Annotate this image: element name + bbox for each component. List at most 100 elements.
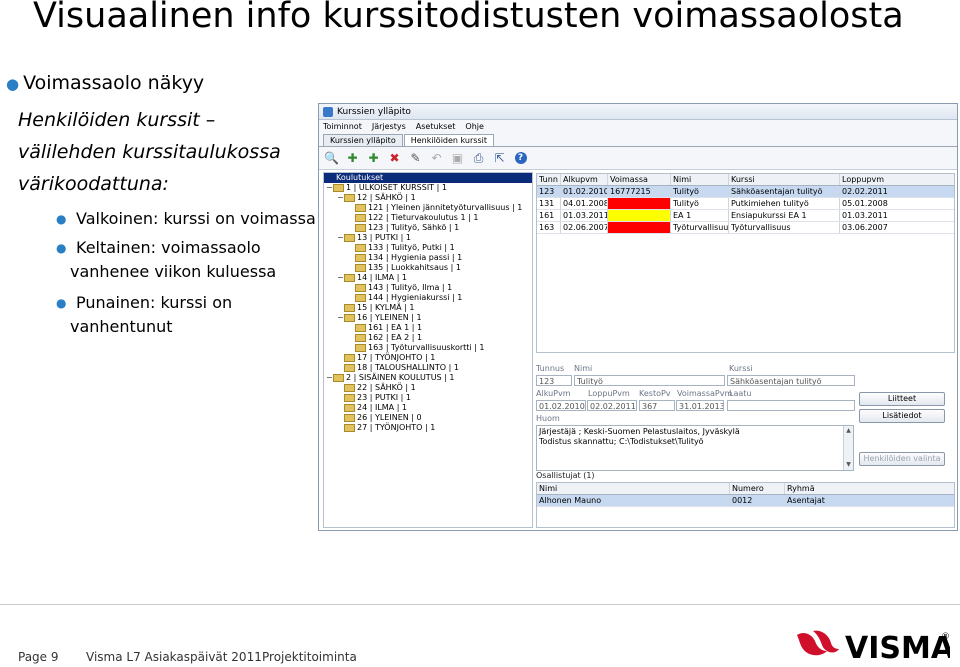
label-huom: Huom: [536, 414, 560, 423]
tree-node[interactable]: 134 | Hygienia passi | 1: [324, 253, 532, 263]
collapse-icon[interactable]: −: [326, 183, 333, 193]
tree-node-label: 121 | Yleinen jännitetyöturvallisuus | 1: [368, 203, 523, 212]
tree-node[interactable]: − 16 | YLEINEN | 1: [324, 313, 532, 323]
collapse-icon[interactable]: −: [337, 273, 344, 283]
kestopv-field[interactable]: 367: [639, 400, 675, 411]
add-sub-icon[interactable]: ✚: [365, 150, 382, 167]
column-header[interactable]: Loppupvm: [840, 174, 954, 185]
table-row[interactable]: 16302.06.2007 TyöturvallisuuskorttiTyötur…: [537, 222, 954, 234]
grid-cell: Sähköasentajan tulityö: [729, 186, 840, 197]
voimassapvm-field[interactable]: 31.01.2013: [676, 400, 724, 411]
tree-node[interactable]: 17 | TYÖNJOHTO | 1: [324, 353, 532, 363]
tree-node[interactable]: 23 | PUTKI | 1: [324, 393, 532, 403]
tree-node[interactable]: 15 | KYLMÄ | 1: [324, 303, 532, 313]
tree-node[interactable]: 26 | YLEINEN | 0: [324, 413, 532, 423]
label-kestopv: KestoPv: [639, 389, 671, 398]
export-icon[interactable]: ⇱: [491, 150, 508, 167]
sub-bullet-line: Valkoinen: kurssi on voimassa: [76, 209, 316, 228]
collapse-icon[interactable]: −: [326, 373, 333, 383]
participant-number: 0012: [730, 495, 785, 506]
column-header[interactable]: Nimi: [537, 483, 730, 494]
alkupvm-field[interactable]: 01.02.2010: [536, 400, 586, 411]
nimi-field[interactable]: Tulityö: [574, 375, 725, 386]
henkiloiden-valinta-button[interactable]: Henkilöiden valinta: [859, 452, 945, 466]
table-row[interactable]: 123 01.02.2010 16777215 Tulityö Sähköasentaj…: [537, 186, 954, 198]
tree-node[interactable]: 22 | SÄHKÖ | 1: [324, 383, 532, 393]
column-header[interactable]: Kurssi: [729, 174, 840, 185]
collapse-icon[interactable]: −: [337, 193, 344, 203]
grid-cell: 05.01.2008: [842, 199, 888, 208]
column-header[interactable]: Nimi: [671, 174, 729, 185]
search-icon[interactable]: 🔍: [323, 150, 340, 167]
table-row[interactable]: 161 01.03.2011 EA 1 Ensiapukurssi EA 1 01.03…: [537, 210, 954, 222]
add-icon[interactable]: ✚: [344, 150, 361, 167]
menu-toiminnot[interactable]: Toiminnot: [323, 122, 362, 131]
scroll-down-icon[interactable]: ▼: [844, 460, 853, 470]
column-header[interactable]: Numero: [730, 483, 785, 494]
lisatiedot-button[interactable]: Lisätiedot: [859, 409, 945, 423]
tree-node-label: 144 | Hygieniakurssi | 1: [368, 293, 463, 302]
kurssi-field[interactable]: Sähköasentajan tulityö: [727, 375, 855, 386]
menu-ohje[interactable]: Ohje: [465, 122, 484, 131]
window-titlebar[interactable]: Kurssien ylläpito: [319, 104, 957, 120]
collapse-icon[interactable]: −: [337, 233, 344, 243]
tree-node[interactable]: 122 | Tieturvakoulutus 1 | 1: [324, 213, 532, 223]
tree-node[interactable]: 135 | Luokkahitsaus | 1: [324, 263, 532, 273]
course-tree[interactable]: Koulutukset −1 | ULKOISET KURSSIT | 1−12…: [323, 172, 533, 528]
bullet-voimassaolo: ● Voimassaolo näkyy: [6, 70, 204, 98]
tunnus-field[interactable]: 123: [536, 375, 572, 386]
tree-header[interactable]: Koulutukset: [324, 173, 532, 183]
notes-scrollbar[interactable]: ▲ ▼: [843, 426, 853, 470]
tab-henkiloiden-kurssit[interactable]: Henkilöiden kurssit: [403, 134, 494, 146]
tree-node[interactable]: 162 | EA 2 | 1: [324, 333, 532, 343]
delete-icon[interactable]: ✖: [386, 150, 403, 167]
help-icon[interactable]: ?: [512, 150, 529, 167]
tree-node[interactable]: 144 | Hygieniakurssi | 1: [324, 293, 532, 303]
tree-node[interactable]: 163 | Työturvallisuuskortti | 1: [324, 343, 532, 353]
tree-node[interactable]: 24 | ILMA | 1: [324, 403, 532, 413]
tree-node-label: 23 | PUTKI | 1: [357, 393, 412, 402]
footer-page: Page 9: [18, 650, 59, 664]
tab-kurssien-yllapito[interactable]: Kurssien ylläpito: [323, 134, 403, 146]
tree-node[interactable]: 121 | Yleinen jännitetyöturvallisuus | 1: [324, 203, 532, 213]
print-icon[interactable]: ⎙: [470, 150, 487, 167]
folder-icon: [344, 403, 355, 412]
menu-asetukset[interactable]: Asetukset: [416, 122, 456, 131]
column-header[interactable]: Tunn: [537, 174, 561, 185]
grid-cell: Tulityö: [671, 186, 729, 197]
tree-node[interactable]: 27 | TYÖNJOHTO | 1: [324, 423, 532, 433]
tree-node[interactable]: 18 | TALOUSHALLINTO | 1: [324, 363, 532, 373]
menu-jarjestys[interactable]: Järjestys: [372, 122, 406, 131]
edit-icon[interactable]: ✎: [407, 150, 424, 167]
undo-icon[interactable]: ↶: [428, 150, 445, 167]
folder-icon: [355, 253, 366, 262]
courses-grid[interactable]: Tunn Alkupvm Voimassa Nimi Kurssi Loppup…: [536, 173, 955, 353]
tree-node[interactable]: 123 | Tulityö, Sähkö | 1: [324, 223, 532, 233]
column-header[interactable]: Alkupvm: [561, 174, 608, 185]
tree-node[interactable]: − 2 | SISÄINEN KOULUTUS | 1: [324, 373, 532, 383]
tab-bar: Kurssien ylläpito Henkilöiden kurssit: [319, 132, 957, 147]
folder-icon: [355, 263, 366, 272]
loppupvm-field[interactable]: 02.02.2011: [587, 400, 637, 411]
column-header[interactable]: Ryhmä: [785, 483, 954, 494]
visma-logo-icon: VISMA ®: [797, 630, 955, 666]
tree-node[interactable]: − 13 | PUTKI | 1: [324, 233, 532, 243]
liitteet-button[interactable]: Liitteet: [859, 392, 945, 406]
tree-node[interactable]: 161 | EA 1 | 1: [324, 323, 532, 333]
tree-node[interactable]: 143 | Tulityö, Ilma | 1: [324, 283, 532, 293]
save-icon[interactable]: ▣: [449, 150, 466, 167]
tree-node[interactable]: − 14 | ILMA | 1: [324, 273, 532, 283]
column-header[interactable]: Voimassa: [608, 174, 671, 185]
folder-icon: [355, 323, 366, 332]
tree-node[interactable]: − 1 | ULKOISET KURSSIT | 1: [324, 183, 532, 193]
collapse-icon[interactable]: −: [337, 313, 344, 323]
table-row[interactable]: Alhonen Mauno 0012 Asentajat: [537, 495, 954, 507]
table-row[interactable]: 131 04.01.2008 Tulityö Putkimiehen tulityö 0…: [537, 198, 954, 210]
tree-node[interactable]: − 12 | SÄHKÖ | 1: [324, 193, 532, 203]
huom-textarea[interactable]: Järjestäjä ; Keski-Suomen Pelastuslaitos…: [536, 425, 854, 471]
scroll-up-icon[interactable]: ▲: [844, 426, 853, 436]
tree-node[interactable]: 133 | Tulityö, Putki | 1: [324, 243, 532, 253]
participants-grid[interactable]: Nimi Numero Ryhmä Alhonen Mauno 0012 Ase…: [536, 482, 955, 528]
laatu-field[interactable]: [727, 400, 855, 411]
logo-registered: ®: [941, 632, 950, 642]
